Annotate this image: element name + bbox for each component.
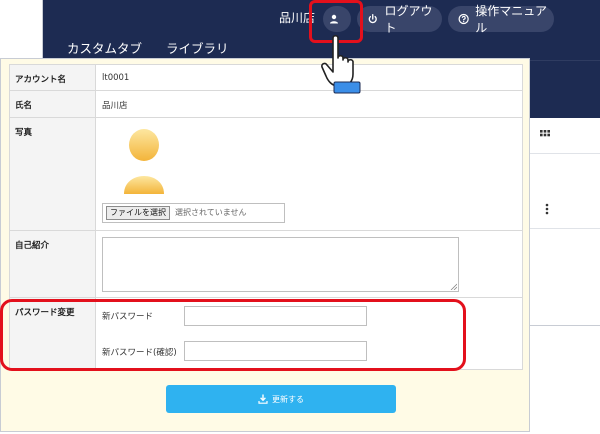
account-value: lt0001 [102,73,130,83]
file-status-text: 選択されていません [175,208,247,217]
power-icon [368,14,377,24]
photo-file-input[interactable]: ファイルを選択 選択されていません [102,203,285,223]
logout-button[interactable]: ログアウト [357,4,442,35]
name-value: 品川店 [102,101,128,111]
list-divider [530,228,600,229]
password-section-highlight [0,299,466,371]
profile-edit-panel: アカウント名 lt0001 氏名 品川店 写真 ファイルを選択 選択されていませ [0,58,530,432]
avatar-placeholder-icon [124,129,164,194]
account-row: アカウント名 lt0001 [9,64,523,91]
name-label: 氏名 [15,101,33,111]
update-button[interactable]: 更新する [166,385,396,413]
name-row: 氏名 品川店 [9,91,523,118]
account-label: アカウント名 [15,75,67,85]
intro-row: 自己紹介 [9,231,523,298]
photo-row: 写真 ファイルを選択 選択されていません [9,118,523,231]
photo-label: 写真 [15,128,33,138]
help-circle-icon [458,13,469,25]
download-icon [258,394,268,404]
hand-pointer-icon [321,34,361,94]
list-divider [530,153,600,154]
intro-label: 自己紹介 [15,241,50,251]
logout-label: ログアウト [384,4,433,35]
update-button-label: 更新する [272,394,304,404]
intro-textarea[interactable] [102,237,459,292]
manual-button[interactable]: 操作マニュアル [448,4,554,35]
manual-label: 操作マニュアル [475,4,548,35]
resize-grip-icon[interactable] [450,283,457,290]
kebab-icon[interactable] [545,203,549,215]
grid-icon[interactable] [540,130,550,140]
choose-file-button[interactable]: ファイルを選択 [106,206,170,220]
